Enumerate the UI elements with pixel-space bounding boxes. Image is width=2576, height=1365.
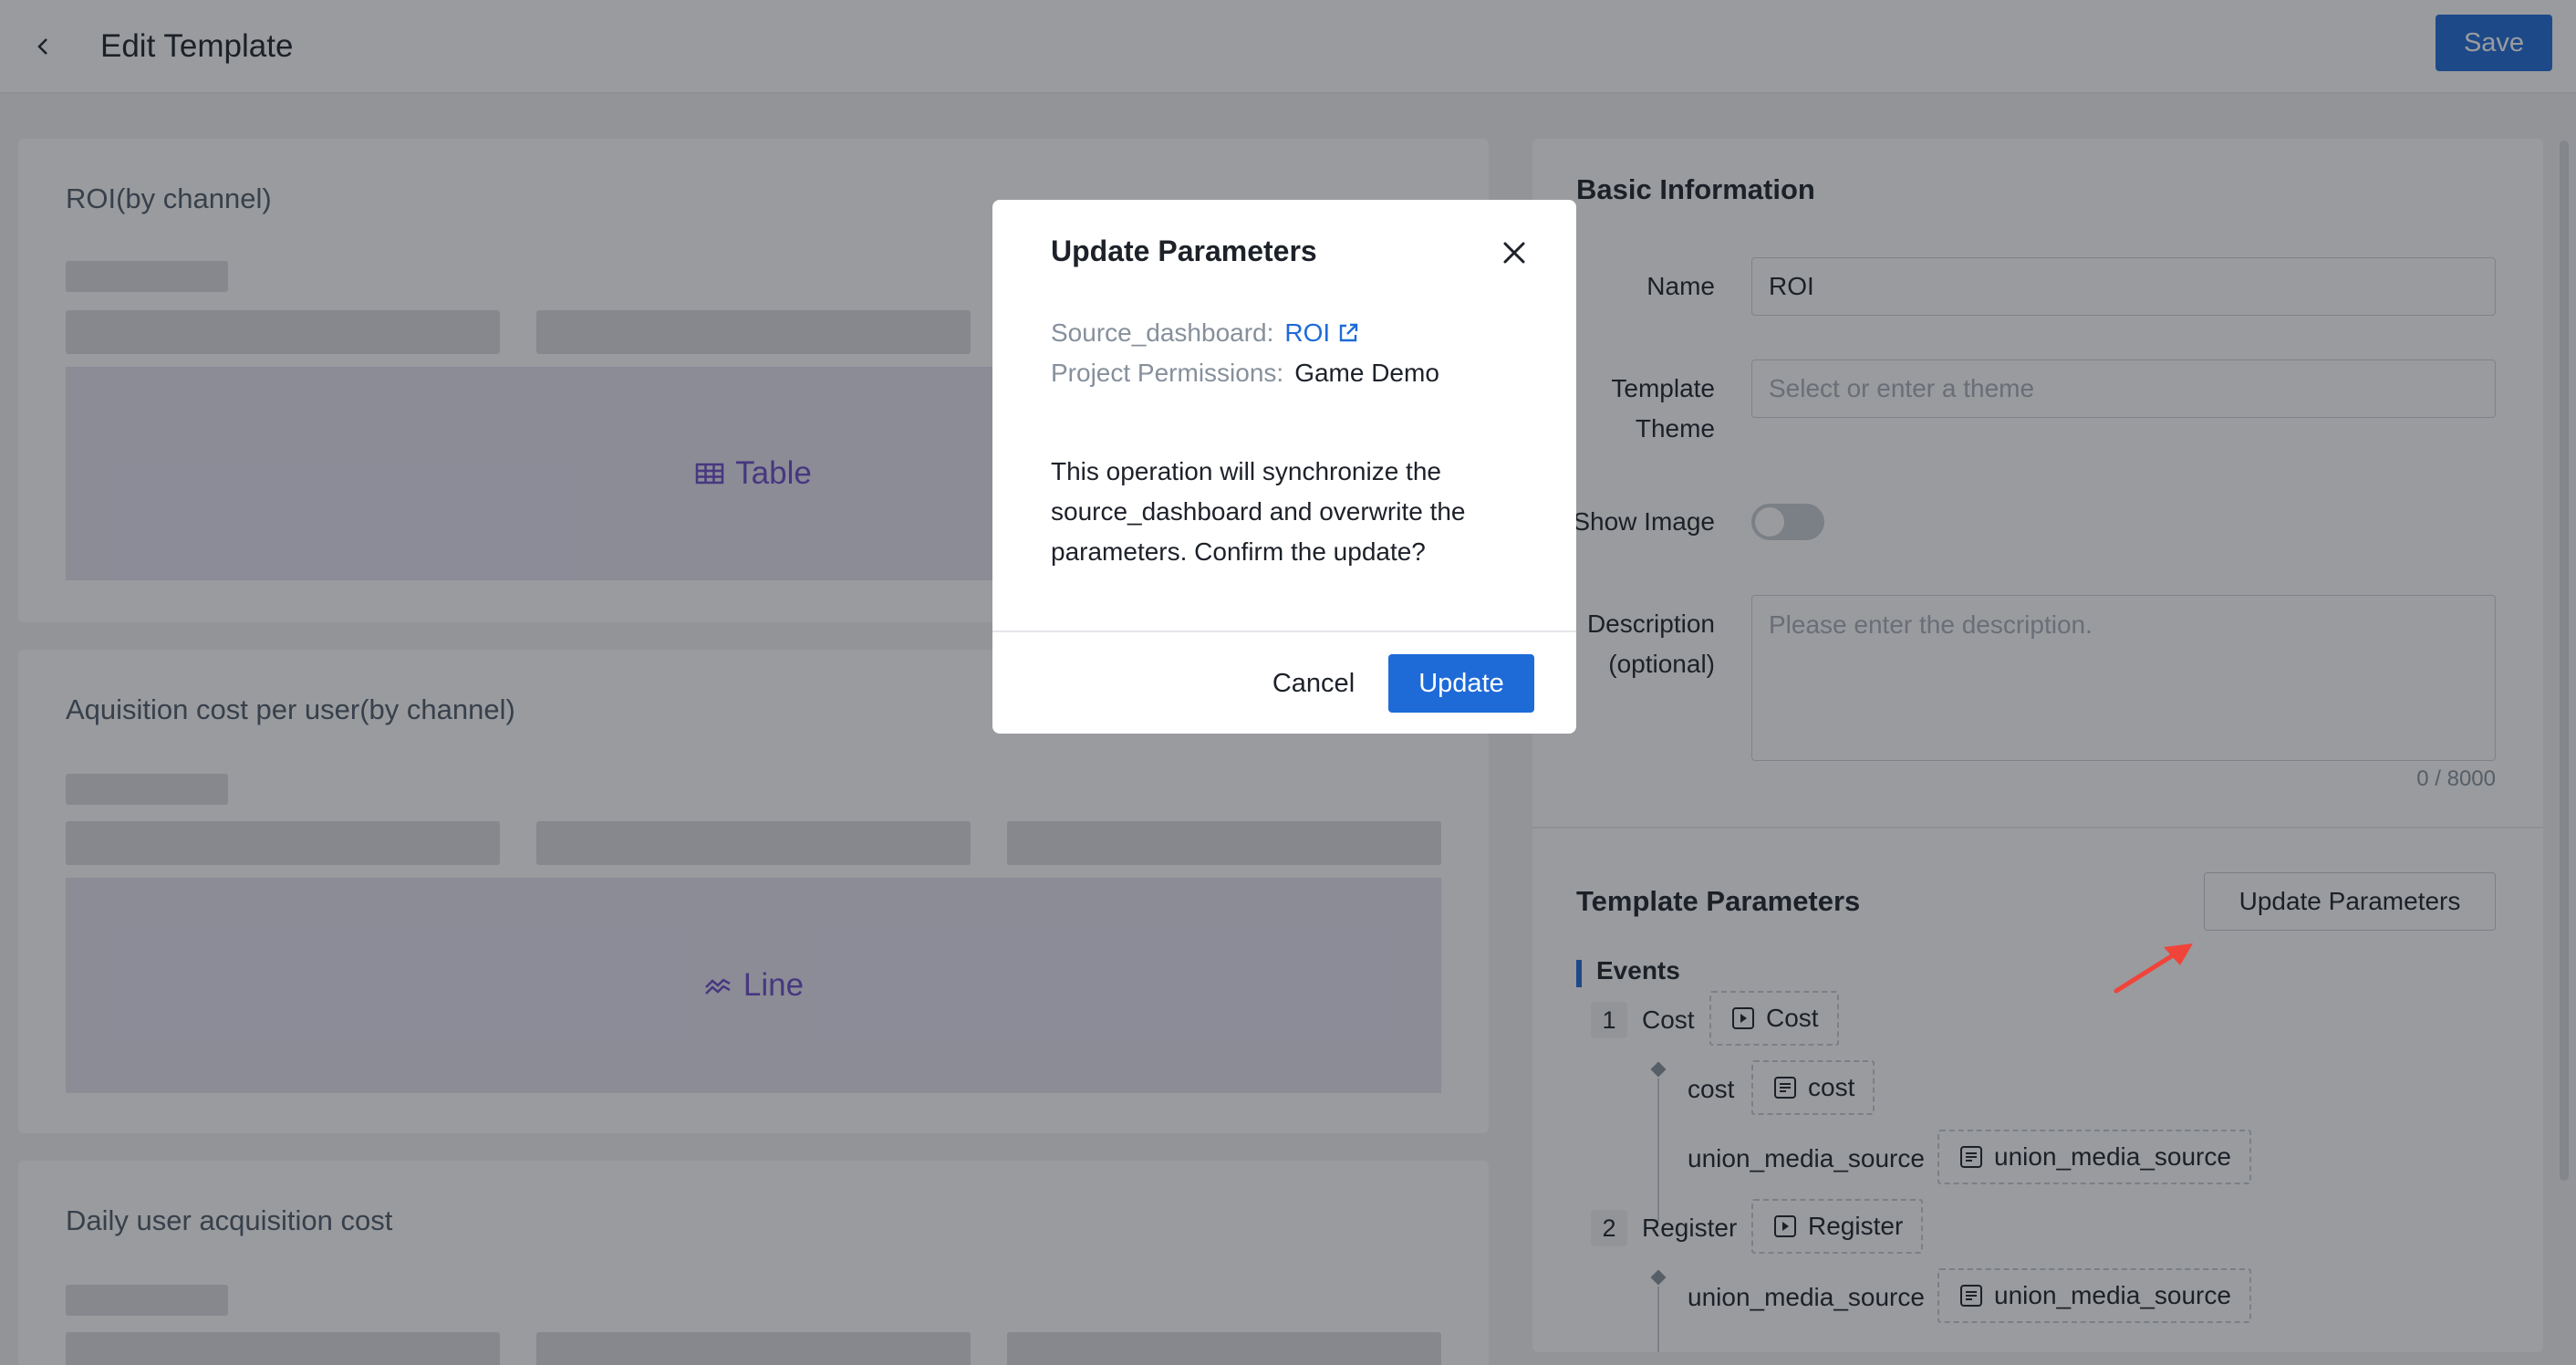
project-permissions-value: Game Demo: [1294, 359, 1439, 387]
dialog-message: This operation will synchronize the sour…: [1051, 457, 1466, 566]
dialog-divider: [992, 630, 1576, 632]
project-permissions-key: Project Permissions:: [1051, 359, 1284, 387]
update-button[interactable]: Update: [1388, 654, 1534, 713]
external-link-icon: [1339, 323, 1358, 342]
project-permissions-row: Project Permissions: Game Demo: [1051, 359, 1439, 388]
update-parameters-dialog: Update Parameters Source_dashboard: ROI …: [992, 200, 1576, 734]
close-icon: [1503, 242, 1525, 264]
source-dashboard-link[interactable]: ROI: [1284, 318, 1359, 348]
annotation-arrow-icon: [2114, 943, 2193, 994]
source-dashboard-key: Source_dashboard:: [1051, 318, 1274, 347]
source-dashboard-row: Source_dashboard: ROI: [1051, 318, 1359, 348]
cancel-button[interactable]: Cancel: [1255, 654, 1372, 713]
dialog-title: Update Parameters: [1051, 234, 1317, 267]
source-dashboard-value: ROI: [1284, 318, 1331, 347]
close-button[interactable]: [1494, 233, 1534, 273]
